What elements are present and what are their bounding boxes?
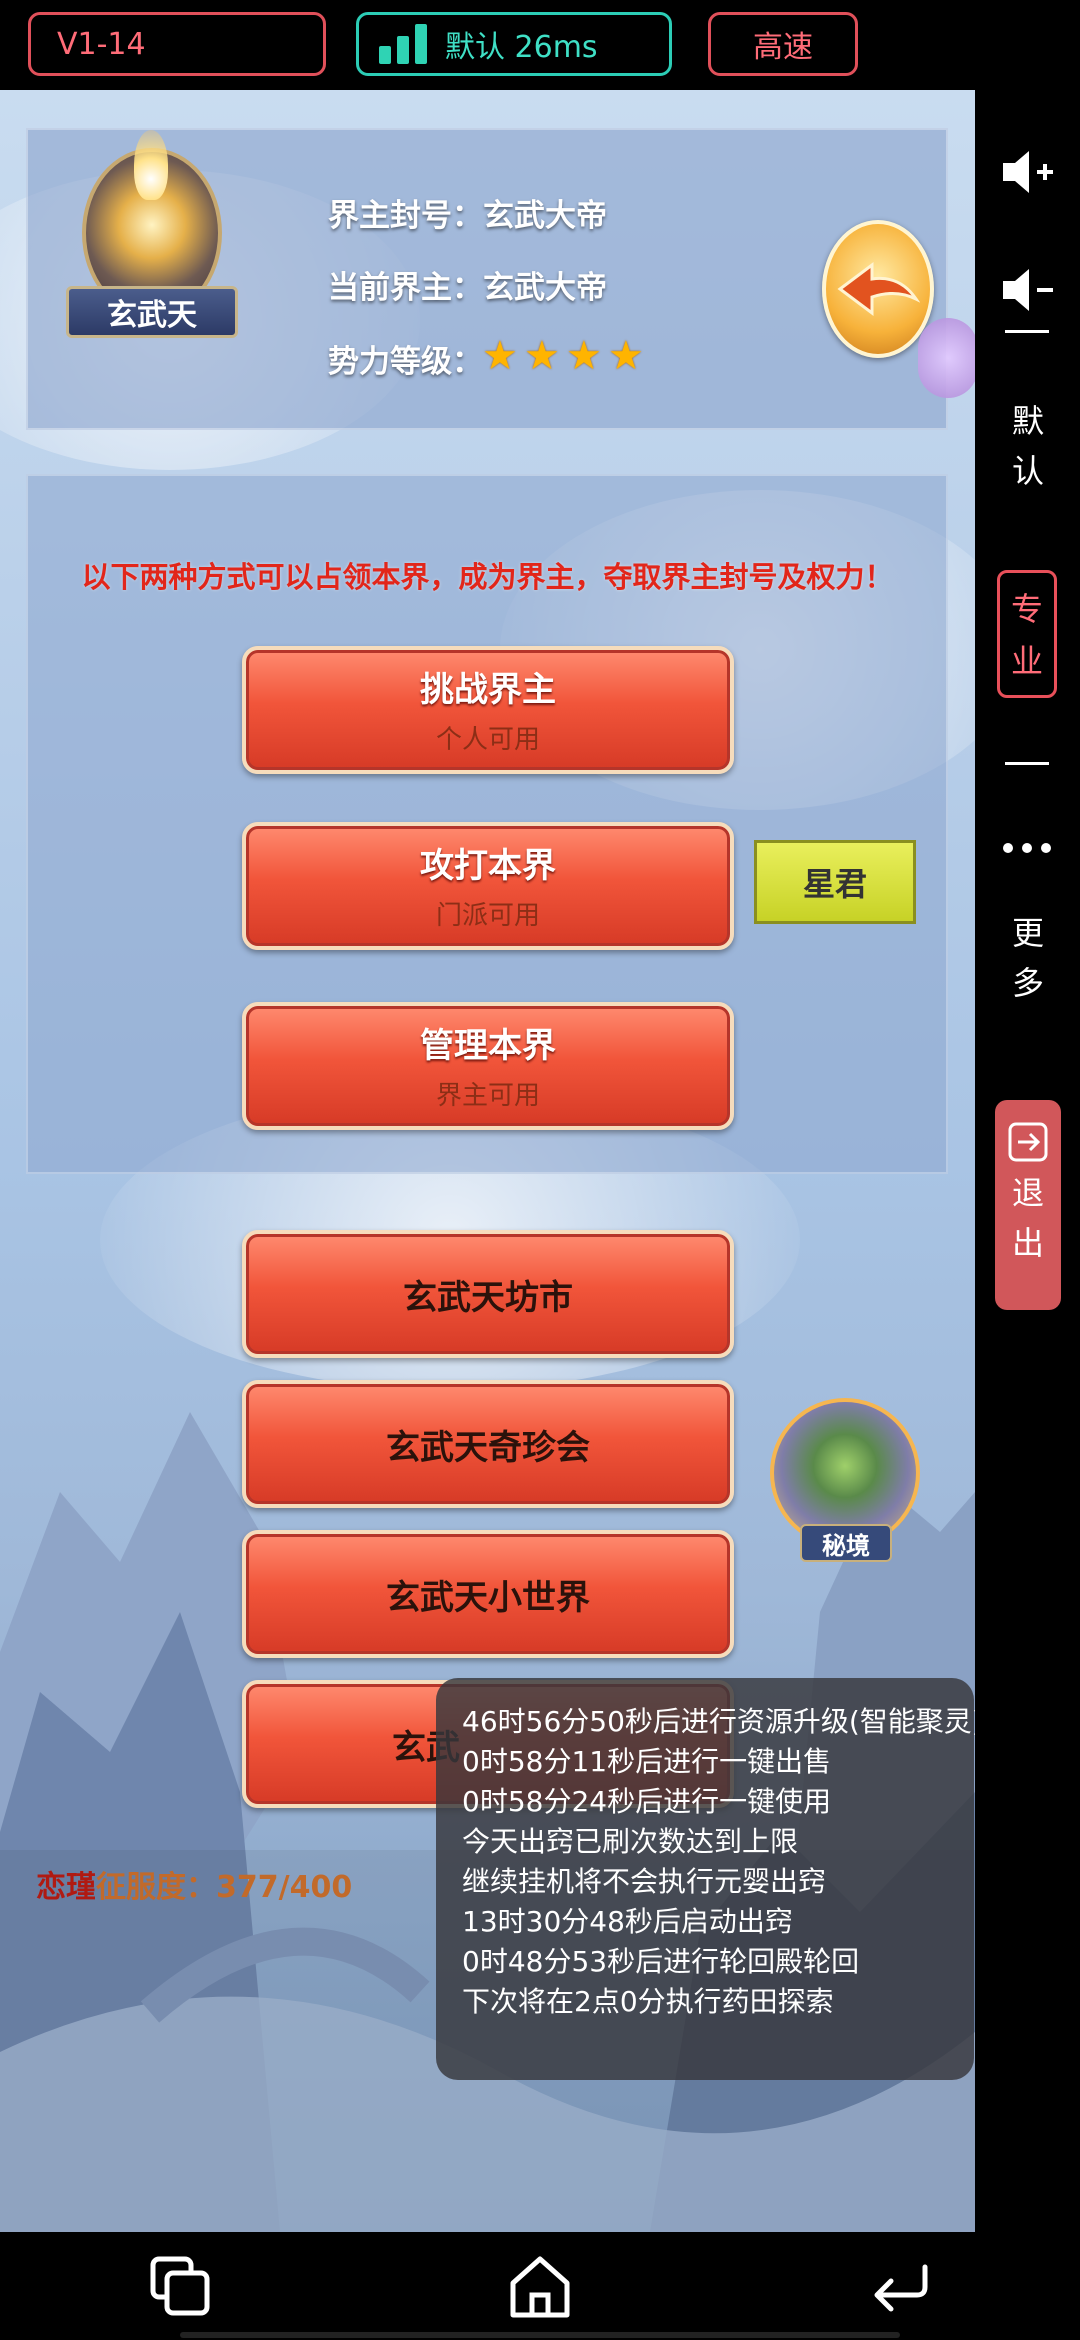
secret-realm-label: 秘境	[800, 1524, 892, 1562]
attack-realm-sub: 门派可用	[435, 901, 540, 931]
attack-realm-button[interactable]: 攻打本界 门派可用	[242, 822, 734, 950]
more-button[interactable]: 更 多	[1011, 908, 1045, 1008]
exit-char: 出	[1011, 1224, 1044, 1262]
secret-realm-button[interactable]: 秘境	[770, 1398, 920, 1568]
mode-pro-char: 业	[1010, 642, 1043, 680]
power-level-label: 势力等级：	[328, 344, 483, 380]
realm-name: 玄武天	[66, 286, 238, 338]
challenge-lord-sub: 个人可用	[435, 725, 540, 755]
mode-pro-button[interactable]: 专 业	[997, 570, 1057, 698]
log-line: 0时48分53秒后进行轮回殿轮回	[462, 1945, 860, 1978]
version-badge[interactable]: V1-14	[28, 12, 326, 76]
flame-icon	[134, 130, 168, 200]
recent-apps-button[interactable]	[135, 2241, 225, 2331]
mode-default-char: 认	[1011, 452, 1044, 490]
mode-pro-char: 专	[1010, 590, 1043, 628]
exit-icon	[1008, 1122, 1048, 1162]
market-button[interactable]: 玄武天坊市	[242, 1230, 734, 1358]
divider	[1005, 762, 1049, 765]
system-nav-bar	[0, 2232, 1080, 2340]
gesture-bar	[180, 2332, 900, 2338]
log-line: 0时58分11秒后进行一键出售	[462, 1745, 832, 1778]
ellipsis-icon	[1003, 843, 1051, 853]
back-icon	[874, 2264, 928, 2312]
star-icon: ★	[482, 333, 518, 379]
conquest-player-name: 恋瑾	[36, 1870, 96, 1905]
lord-title-line: 界主封号：玄武大帝	[328, 198, 607, 234]
more-char: 多	[1011, 964, 1044, 1002]
divider	[1005, 330, 1049, 333]
log-line: 46时56分50秒后进行资源升级(智能聚灵)	[462, 1705, 975, 1738]
auto-task-log: 46时56分50秒后进行资源升级(智能聚灵) 0时58分11秒后进行一键出售 0…	[436, 1678, 975, 2080]
realm-emblem: 玄武天	[62, 130, 242, 360]
conquest-value: 377/400	[216, 1870, 353, 1905]
version-label: V1-14	[57, 26, 146, 62]
volume-up-button[interactable]	[997, 142, 1057, 202]
more-dots-icon[interactable]	[997, 818, 1057, 878]
treasure-auction-label: 玄武天奇珍会	[386, 1427, 590, 1468]
market-label: 玄武天坊市	[403, 1277, 573, 1318]
mode-default-button[interactable]: 默 认	[1011, 396, 1045, 496]
manage-realm-sub: 界主可用	[435, 1081, 540, 1111]
conquest-status: 恋瑾征服度：377/400	[36, 1862, 352, 1906]
log-line: 0时58分24秒后进行一键使用	[462, 1785, 832, 1818]
mode-default-char: 默	[1011, 402, 1044, 440]
speed-button[interactable]: 高速	[708, 12, 858, 76]
signal-bars-icon	[379, 24, 427, 64]
star-lord-button[interactable]: 星君	[754, 840, 916, 924]
star-icon: ★	[566, 333, 602, 379]
log-line: 下次将在2点0分执行药田探索	[462, 1985, 834, 2018]
back-nav-button[interactable]	[855, 2241, 945, 2331]
speed-label: 高速	[753, 30, 813, 65]
game-viewport: 玄武天 界主封号：玄武大帝 当前界主：玄武大帝 势力等级： ★ ★ ★ ★ 以下…	[0, 90, 975, 2232]
log-line: 13时30分48秒后启动出窍	[462, 1905, 793, 1938]
volume-down-icon	[1003, 269, 1053, 311]
back-arrow-icon	[837, 262, 920, 316]
treasure-auction-button[interactable]: 玄武天奇珍会	[242, 1380, 734, 1508]
star-icon: ★	[524, 333, 560, 379]
attack-realm-label: 攻打本界	[420, 846, 556, 886]
status-bar: V1-14 默认 26ms 高速	[0, 0, 1080, 90]
side-badge-icon[interactable]	[918, 318, 975, 398]
manage-realm-label: 管理本界	[420, 1026, 556, 1066]
home-button[interactable]	[495, 2241, 585, 2331]
ping-label: 默认 26ms	[445, 30, 598, 65]
exit-char: 退	[1011, 1174, 1044, 1212]
conquest-label: 征服度：	[96, 1870, 216, 1905]
log-line: 继续挂机将不会执行元婴出窍	[462, 1865, 827, 1898]
volume-down-button[interactable]	[997, 260, 1057, 320]
exit-button[interactable]: 退 出	[995, 1100, 1061, 1310]
volume-up-icon	[1003, 151, 1053, 193]
power-level-stars: ★ ★ ★ ★	[482, 333, 644, 379]
star-icon: ★	[608, 333, 644, 379]
ping-badge[interactable]: 默认 26ms	[356, 12, 672, 76]
small-world-label: 玄武天小世界	[386, 1577, 590, 1618]
more-char: 更	[1011, 914, 1044, 952]
occupy-notice: 以下两种方式可以占领本界，成为界主，夺取界主封号及权力！	[81, 560, 894, 594]
challenge-lord-button[interactable]: 挑战界主 个人可用	[242, 646, 734, 774]
challenge-lord-label: 挑战界主	[420, 670, 556, 710]
home-icon	[510, 2256, 570, 2318]
back-button[interactable]	[822, 220, 934, 358]
small-world-button[interactable]: 玄武天小世界	[242, 1530, 734, 1658]
recent-apps-icon	[150, 2256, 210, 2316]
current-lord-line: 当前界主：玄武大帝	[328, 270, 607, 306]
manage-realm-button[interactable]: 管理本界 界主可用	[242, 1002, 734, 1130]
log-line: 今天出窍已刷次数达到上限	[462, 1825, 799, 1858]
side-control-panel: 默 认 专 业 更 多 退 出	[975, 90, 1080, 2232]
